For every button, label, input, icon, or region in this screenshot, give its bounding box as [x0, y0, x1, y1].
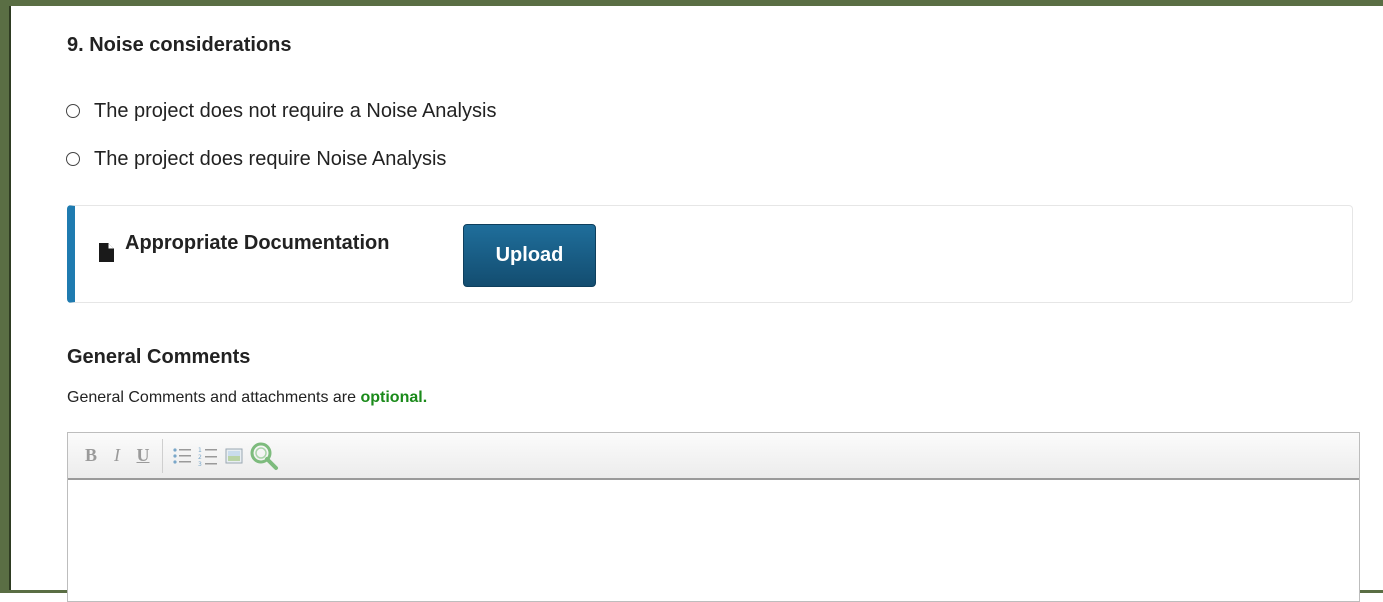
image-icon[interactable] [221, 441, 247, 471]
magnifier-icon[interactable] [247, 441, 281, 471]
general-comments-title: General Comments [67, 346, 251, 368]
toolbar-divider [162, 438, 163, 473]
radio-label: The project does require Noise Analysis [94, 147, 447, 170]
italic-button[interactable]: I [104, 441, 130, 471]
underline-button[interactable]: U [130, 441, 156, 471]
editor-toolbar: B I U 1 2 3 [68, 433, 1359, 480]
radio-option-requires-analysis[interactable]: The project does require Noise Analysis [66, 147, 446, 171]
upload-button[interactable]: Upload [463, 224, 596, 287]
documentation-label: Appropriate Documentation [125, 232, 390, 254]
bullet-list-icon[interactable] [169, 441, 195, 471]
window-frame: 9. Noise considerations The project does… [0, 0, 1383, 602]
rich-text-editor[interactable]: B I U 1 2 3 [67, 432, 1360, 602]
optional-emphasis: optional. [360, 389, 428, 406]
editor-content-area[interactable] [68, 480, 1359, 598]
radio-button[interactable] [66, 152, 80, 166]
radio-button[interactable] [66, 104, 80, 118]
radio-label: The project does not require a Noise Ana… [94, 99, 497, 122]
bold-button[interactable]: B [78, 441, 104, 471]
radio-option-no-analysis[interactable]: The project does not require a Noise Ana… [66, 99, 496, 123]
numbered-list-icon[interactable]: 1 2 3 [195, 441, 221, 471]
general-comments-note: General Comments and attachments are opt… [67, 389, 427, 407]
section-title: 9. Noise considerations [67, 34, 292, 56]
note-text: General Comments and attachments are [67, 389, 357, 406]
svg-text:2: 2 [198, 454, 202, 461]
svg-text:3: 3 [198, 461, 202, 467]
file-icon [99, 243, 114, 262]
documentation-panel: Appropriate Documentation Upload [67, 205, 1353, 303]
svg-text:1: 1 [198, 447, 202, 454]
